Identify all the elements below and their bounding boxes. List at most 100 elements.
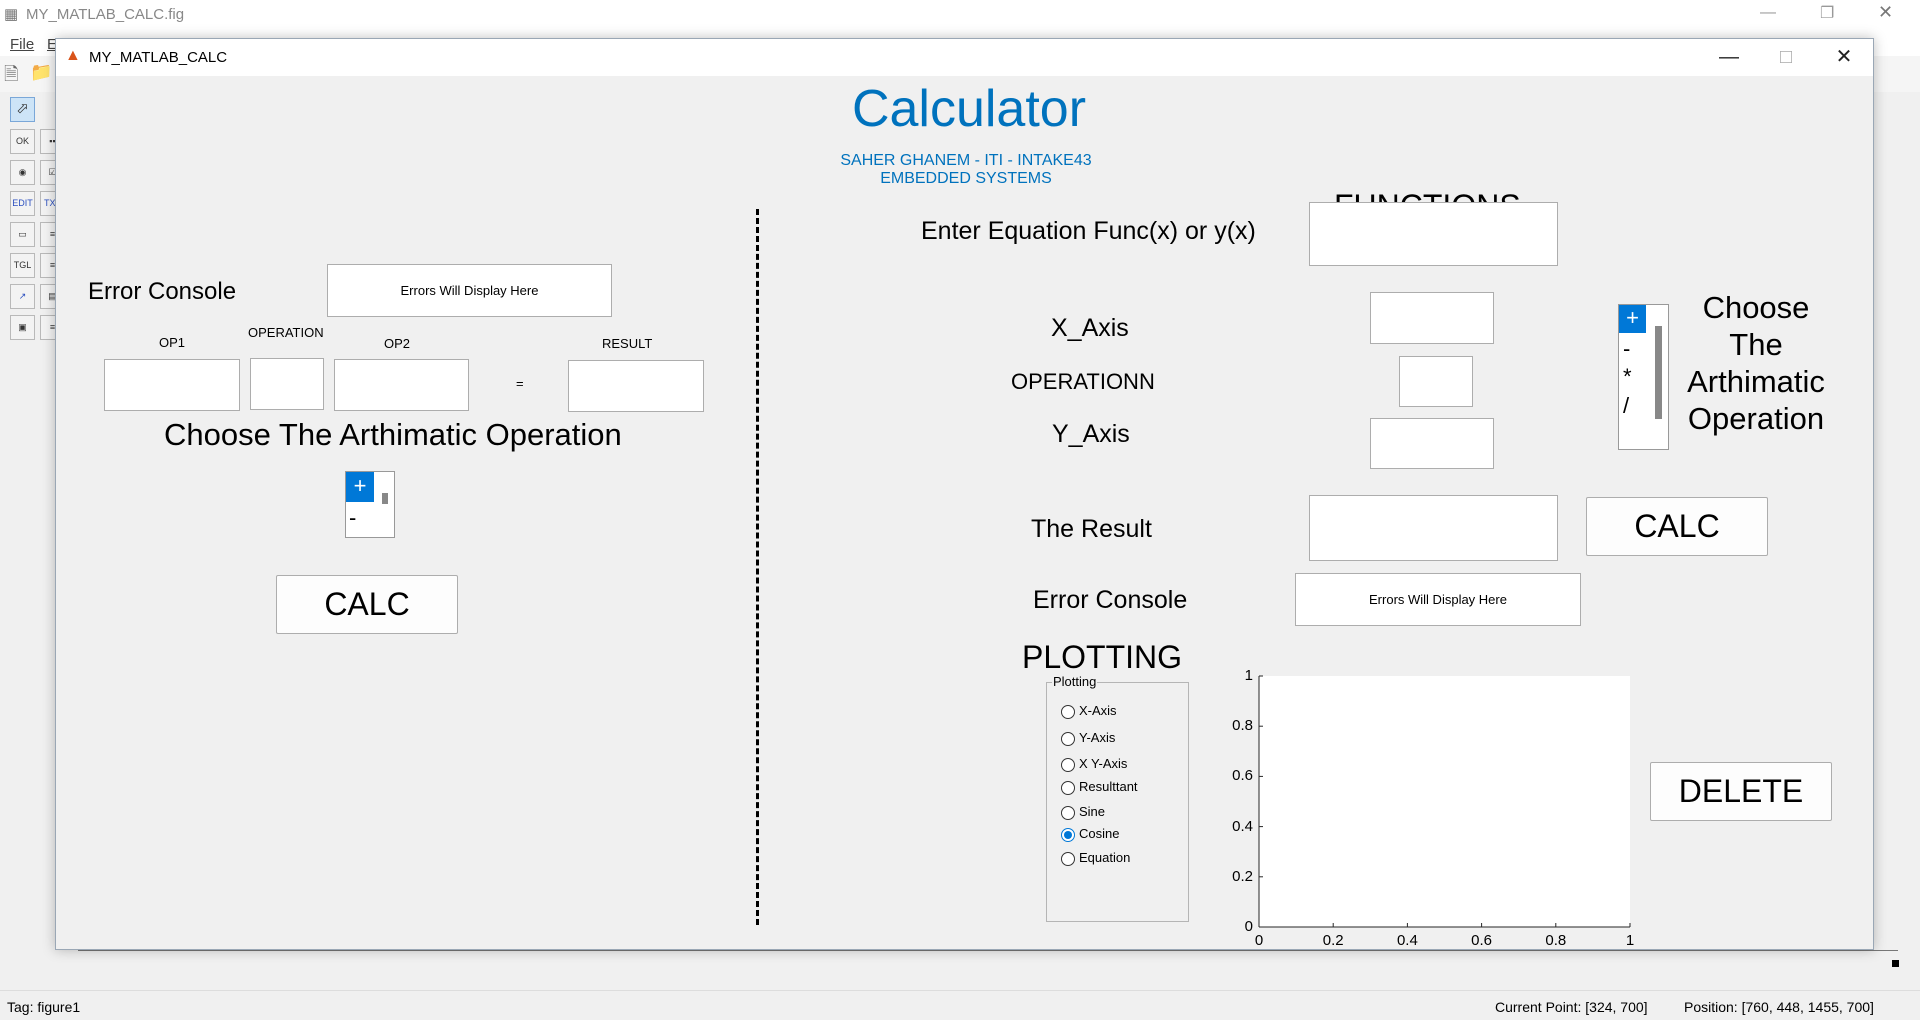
palette-toggle-icon[interactable]: TGL xyxy=(10,253,35,278)
minimize-icon[interactable]: — xyxy=(1706,43,1752,71)
figure-window: ▲ MY_MATLAB_CALC — □ ✕ Calculator SAHER … xyxy=(55,38,1874,950)
select-arrow-icon[interactable]: ⬀ xyxy=(10,97,35,122)
resize-handle[interactable] xyxy=(1892,960,1899,967)
op1-input[interactable] xyxy=(104,359,240,411)
plot-option-equation[interactable]: Equation xyxy=(1061,850,1130,868)
new-file-icon[interactable]: 🗎 xyxy=(4,62,18,92)
result-label: RESULT xyxy=(602,336,653,351)
x-axis-label: X_Axis xyxy=(1051,314,1129,342)
radio-button-icon[interactable] xyxy=(1061,805,1075,820)
radio-label: Sine xyxy=(1079,804,1106,819)
result-output xyxy=(568,360,704,412)
author-subtitle: SAHER GHANEM - ITI - INTAKE43 xyxy=(840,152,1092,169)
plot-option-sine[interactable]: Sine xyxy=(1061,804,1105,822)
right-error-console: Errors Will Display Here xyxy=(1295,573,1581,626)
equals-sign: = xyxy=(516,376,524,391)
y-tick-label: 0.4 xyxy=(1232,817,1253,835)
right-list-item-divide[interactable]: / xyxy=(1623,393,1629,419)
op2-label: OP2 xyxy=(384,336,411,351)
palette-edit-icon[interactable]: EDIT xyxy=(10,191,35,216)
palette-buttongroup-icon[interactable]: ▣ xyxy=(10,315,35,340)
palette-popup-icon[interactable]: ▭ xyxy=(10,222,35,247)
choose-line: Arthimatic xyxy=(1687,364,1825,399)
right-error-console-label: Error Console xyxy=(1033,586,1188,614)
figure-title: MY_MATLAB_CALC xyxy=(89,49,228,66)
plot-svg xyxy=(1258,675,1631,928)
left-calc-button[interactable]: CALC xyxy=(276,575,458,634)
status-position: Position: [760, 448, 1455, 700] xyxy=(1684,999,1874,1015)
op1-label: OP1 xyxy=(159,335,186,350)
right-operation-listbox[interactable]: + - * / xyxy=(1618,304,1669,450)
plot-option-resulttant[interactable]: Resulttant xyxy=(1061,779,1138,797)
section-divider xyxy=(756,209,759,925)
radio-button-icon[interactable] xyxy=(1061,851,1075,866)
x-tick-label: 0.2 xyxy=(1322,932,1344,949)
plotting-panel: Plotting X-Axis Y-Axis X Y-Axis Resulttant S… xyxy=(1046,674,1189,922)
guide-titlebar: ▦ MY_MATLAB_CALC.fig — ❐ ✕ xyxy=(0,0,1920,30)
choose-line: The xyxy=(1729,327,1783,362)
radio-button-icon[interactable] xyxy=(1061,704,1075,719)
palette-axes-icon[interactable]: ↗ xyxy=(10,284,35,309)
layout-ruler xyxy=(78,950,1898,964)
y-axis-input[interactable] xyxy=(1370,418,1494,469)
y-tick-label: 0.8 xyxy=(1232,717,1253,735)
plotting-panel-title: Plotting xyxy=(1052,674,1098,689)
left-operation-listbox[interactable]: + - xyxy=(345,471,395,538)
delete-button[interactable]: DELETE xyxy=(1650,762,1832,821)
palette-pushbutton-icon[interactable]: OK xyxy=(10,129,35,154)
open-folder-icon[interactable]: 📁 xyxy=(30,62,52,83)
guide-restore-icon[interactable]: ❐ xyxy=(1820,3,1834,23)
left-list-item-selected[interactable]: + xyxy=(346,472,374,502)
op2-input[interactable] xyxy=(334,359,469,411)
right-calc-button[interactable]: CALC xyxy=(1586,497,1768,556)
right-listbox-scrollbar[interactable] xyxy=(1655,326,1662,419)
x-tick-label: 0.8 xyxy=(1545,932,1567,949)
radio-button-icon[interactable] xyxy=(1061,731,1075,746)
right-choose-operation-label: Choose The Arthimatic Operation xyxy=(1681,289,1831,437)
radio-button-icon[interactable] xyxy=(1061,757,1075,772)
plot-option-y-axis[interactable]: Y-Axis xyxy=(1061,730,1115,748)
left-choose-operation-label: Choose The Arthimatic Operation xyxy=(164,417,622,452)
choose-line: Choose xyxy=(1702,290,1810,325)
equation-input[interactable] xyxy=(1309,202,1558,266)
plot-option-x-axis[interactable]: X-Axis xyxy=(1061,703,1117,721)
right-list-item-selected[interactable]: + xyxy=(1619,305,1646,333)
left-list-item[interactable]: - xyxy=(349,505,356,531)
status-current-point: Current Point: [324, 700] xyxy=(1495,999,1648,1015)
right-list-item-minus[interactable]: - xyxy=(1623,336,1630,362)
y-tick-label: 0.2 xyxy=(1232,867,1253,885)
matlab-logo-icon: ▲ xyxy=(65,47,81,64)
radio-button-icon[interactable] xyxy=(1061,780,1075,795)
left-listbox-scrollbar[interactable] xyxy=(382,493,388,504)
plot-axes[interactable] xyxy=(1258,675,1631,928)
y-tick-label: 0.6 xyxy=(1232,767,1253,785)
x-axis-input[interactable] xyxy=(1370,292,1494,344)
operationn-input[interactable] xyxy=(1399,356,1473,407)
the-result-label: The Result xyxy=(1031,515,1152,543)
component-palette: ⬀ OK ▪▪ ◉ ☑ EDIT TXT ▭ ≡ TGL ≡ ↗ ▤ ▣ ≡ xyxy=(0,92,65,348)
guide-close-icon[interactable]: ✕ xyxy=(1878,2,1893,23)
y-tick-label: 0 xyxy=(1244,918,1253,935)
x-tick-label: 1 xyxy=(1625,932,1635,949)
operation-label: OPERATION xyxy=(248,325,324,340)
plot-option-x-y-axis[interactable]: X Y-Axis xyxy=(1061,756,1127,774)
maximize-icon[interactable]: □ xyxy=(1763,43,1809,71)
operation-input[interactable] xyxy=(250,358,324,410)
plot-option-cosine[interactable]: Cosine xyxy=(1061,826,1119,844)
guide-minimize-icon[interactable]: — xyxy=(1760,4,1776,22)
plotting-title: PLOTTING xyxy=(1022,639,1183,675)
menu-file[interactable]: File xyxy=(10,36,34,53)
right-list-item-multiply[interactable]: * xyxy=(1623,364,1632,390)
palette-radio-icon[interactable]: ◉ xyxy=(10,160,35,185)
guide-app-icon: ▦ xyxy=(4,6,19,23)
left-error-console-label: Error Console xyxy=(88,278,237,305)
x-tick-label: 0.4 xyxy=(1396,932,1418,949)
radio-label: Resulttant xyxy=(1079,779,1138,794)
left-error-console: Errors Will Display Here xyxy=(327,264,612,317)
radio-button-icon[interactable] xyxy=(1061,827,1075,842)
y-tick-label: 1 xyxy=(1244,667,1253,684)
close-icon[interactable]: ✕ xyxy=(1821,43,1867,71)
figure-titlebar: ▲ MY_MATLAB_CALC — □ ✕ xyxy=(56,39,1873,76)
guide-window-title: MY_MATLAB_CALC.fig xyxy=(26,6,185,23)
guide-statusbar: Tag: figure1 Current Point: [324, 700] P… xyxy=(0,990,1920,1020)
